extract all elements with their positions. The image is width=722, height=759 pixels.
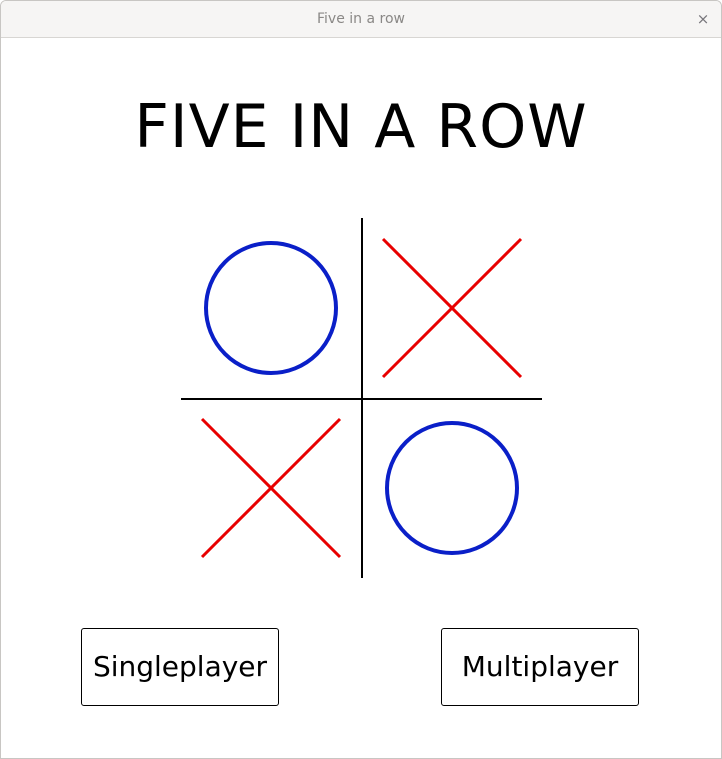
board-cell-bottom-right [385,421,519,555]
board-cell-top-left [204,241,338,375]
singleplayer-button[interactable]: Singleplayer [81,628,279,706]
multiplayer-button[interactable]: Multiplayer [441,628,639,706]
board-cell-top-right [381,237,523,379]
o-mark [385,421,519,555]
board-cell-bottom-left [200,417,342,559]
o-mark [204,241,338,375]
